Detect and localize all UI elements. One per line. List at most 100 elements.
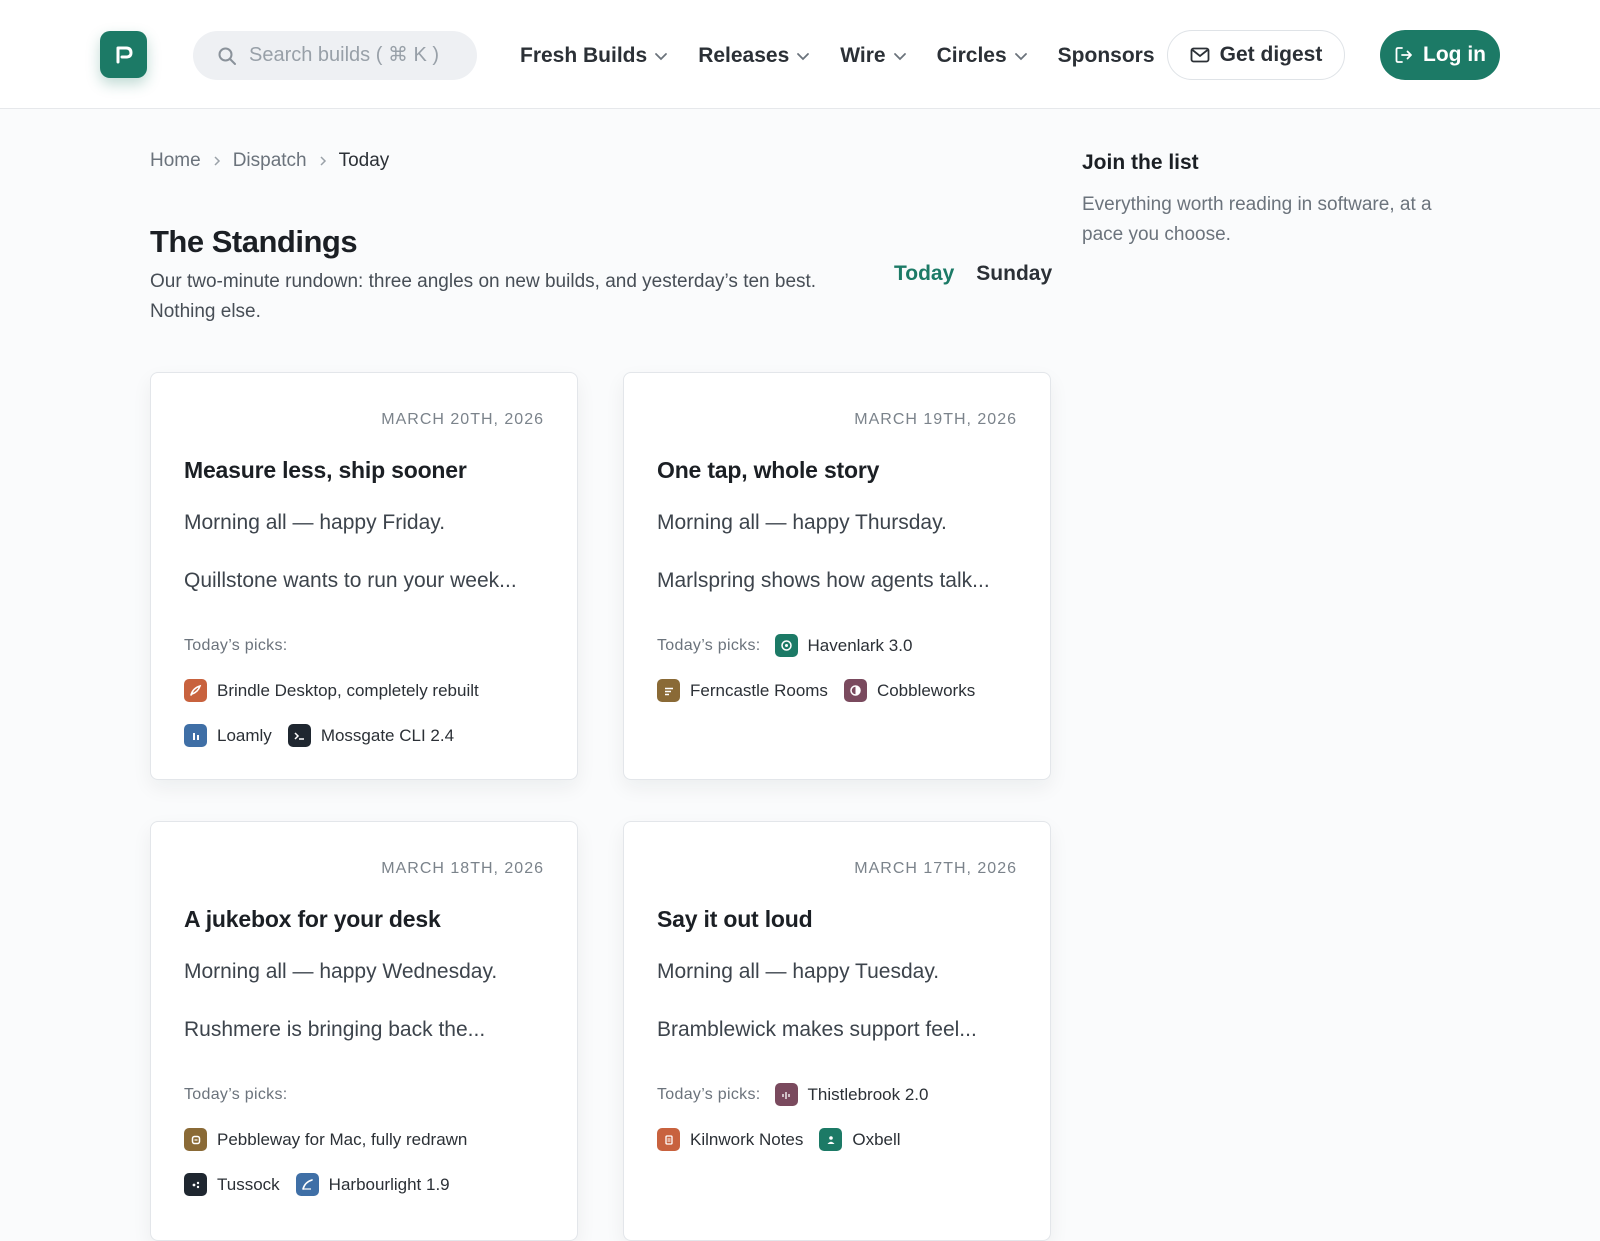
target-icon: [774, 634, 798, 657]
sidebar-description: Everything worth reading in software, at…: [1082, 194, 1432, 245]
chevron-down-icon: [893, 52, 906, 60]
card-greeting: Morning all — happy Thursday.: [657, 511, 947, 534]
card-greeting: Morning all — happy Tuesday.: [657, 960, 940, 983]
pick-item[interactable]: Harbourlight 1.9: [295, 1173, 450, 1196]
card-greeting: Morning all — happy Wednesday.: [184, 960, 498, 983]
picks-list: Today’s picks: Havenlark 3.0 Ferncastle …: [657, 623, 1037, 713]
logo[interactable]: [100, 31, 147, 78]
card-teaser: Bramblewick makes support feel...: [657, 1018, 977, 1041]
card-date: March 20th, 2026: [381, 411, 544, 428]
picks-label: Today’s picks:: [657, 636, 761, 654]
nav-label: Wire: [840, 43, 886, 67]
nav-releases[interactable]: Releases: [698, 44, 810, 68]
breadcrumb: Home Dispatch Today: [150, 150, 389, 172]
page-description: Our two-minute rundown: three angles on …: [150, 271, 817, 322]
picks-list: Today’s picks: Brindle Desktop, complete…: [184, 623, 564, 758]
pick-item[interactable]: Kilnwork Notes: [657, 1128, 803, 1151]
login-label: Log in: [1423, 43, 1486, 66]
card-date: March 17th, 2026: [854, 860, 1017, 877]
card-teaser: Marlspring shows how agents talk...: [657, 569, 990, 592]
logo-icon: [116, 46, 132, 63]
pick-name: Loamly: [217, 725, 272, 745]
card-teaser: Rushmere is bringing back the...: [184, 1018, 486, 1041]
chevron-right-icon: [213, 155, 221, 167]
pick-item[interactable]: Loamly: [184, 724, 272, 747]
card-title[interactable]: Say it out loud: [657, 906, 813, 933]
card-date: March 19th, 2026: [854, 411, 1017, 428]
nav-sponsors[interactable]: Sponsors: [1058, 44, 1155, 68]
nav-fresh-builds[interactable]: Fresh Builds: [520, 44, 668, 68]
square-icon: [184, 1128, 207, 1151]
pick-name: Brindle Desktop, completely rebuilt: [217, 680, 479, 700]
main-nav: Fresh Builds Releases Wire Circles Spons…: [520, 31, 1185, 80]
pick-item[interactable]: Cobbleworks: [843, 679, 976, 702]
pick-name: Havenlark 3.0: [807, 635, 913, 655]
tab-sunday[interactable]: Sunday: [976, 262, 1052, 286]
issue-card[interactable]: March 20th, 2026 Measure less, ship soon…: [150, 372, 578, 780]
note-icon: [657, 1128, 680, 1151]
page-title: The Standings: [150, 224, 358, 259]
chevron-down-icon: [1014, 52, 1027, 60]
pick-name: Tussock: [217, 1174, 280, 1194]
card-title[interactable]: Measure less, ship sooner: [184, 457, 467, 484]
pick-name: Cobbleworks: [876, 680, 976, 700]
search-input[interactable]: [249, 44, 459, 67]
pick-item[interactable]: Ferncastle Rooms: [657, 679, 828, 702]
pick-name: Oxbell: [852, 1129, 901, 1149]
card-greeting: Morning all — happy Friday.: [184, 511, 446, 534]
pick-name: Thistlebrook 2.0: [807, 1084, 929, 1104]
pick-item[interactable]: Oxbell: [819, 1128, 901, 1151]
card-date: March 18th, 2026: [381, 860, 544, 877]
pick-item[interactable]: Thistlebrook 2.0: [774, 1083, 929, 1106]
feather-icon: [295, 1173, 319, 1196]
pick-name: Pebbleway for Mac, fully redrawn: [217, 1129, 468, 1149]
picks-list: Today’s picks: Thistlebrook 2.0 Kilnwork…: [657, 1072, 1037, 1162]
get-digest-button[interactable]: Get digest: [1167, 30, 1345, 80]
pick-item[interactable]: Mossgate CLI 2.4: [287, 724, 455, 747]
picks-label: Today’s picks:: [184, 1085, 288, 1103]
terminal-icon: [287, 724, 311, 747]
tab-today[interactable]: Today: [894, 262, 954, 286]
pick-item[interactable]: Pebbleway for Mac, fully redrawn: [184, 1128, 467, 1151]
pick-name: Kilnwork Notes: [690, 1129, 804, 1149]
pick-name: Mossgate CLI 2.4: [320, 725, 455, 745]
login-button[interactable]: Log in: [1380, 30, 1500, 80]
pick-item[interactable]: Tussock: [184, 1173, 280, 1196]
card-teaser: Quillstone wants to run your week...: [184, 569, 517, 592]
search-box[interactable]: [193, 31, 477, 80]
breadcrumb-home[interactable]: Home: [150, 150, 201, 172]
get-digest-label: Get digest: [1219, 43, 1323, 66]
lines-icon: [657, 679, 680, 702]
login-icon: [1395, 47, 1412, 63]
person-icon: [819, 1128, 843, 1151]
picks-list: Today’s picks: Pebbleway for Mac, fully …: [184, 1072, 564, 1207]
chevron-right-icon: [319, 155, 327, 167]
pick-item[interactable]: Havenlark 3.0: [774, 634, 913, 657]
nav-label: Fresh Builds: [520, 43, 648, 67]
issue-card[interactable]: March 19th, 2026 One tap, whole story Mo…: [623, 372, 1051, 780]
card-title[interactable]: A jukebox for your desk: [184, 906, 441, 933]
issue-card[interactable]: March 17th, 2026 Say it out loud Morning…: [623, 821, 1051, 1241]
search-icon: [218, 47, 236, 65]
breadcrumb-dispatch[interactable]: Dispatch: [233, 150, 307, 172]
card-title[interactable]: One tap, whole story: [657, 457, 879, 484]
chevron-down-icon: [655, 52, 668, 60]
chevron-down-icon: [797, 52, 810, 60]
range-tabs: Today Sunday: [894, 262, 1074, 286]
picks-label: Today’s picks:: [184, 636, 288, 654]
nav-wire[interactable]: Wire: [840, 44, 906, 68]
picks-label: Today’s picks:: [657, 1085, 761, 1103]
half-circle-icon: [843, 679, 867, 702]
nav-label: Circles: [936, 43, 1007, 67]
pick-item[interactable]: Brindle Desktop, completely rebuilt: [184, 679, 479, 702]
nav-circles[interactable]: Circles: [937, 44, 1028, 68]
nav-label: Releases: [698, 43, 790, 67]
feather-icon: [184, 679, 207, 702]
nav-label: Sponsors: [1057, 43, 1155, 67]
issue-card[interactable]: March 18th, 2026 A jukebox for your desk…: [150, 821, 578, 1241]
sidebar-title: Join the list: [1082, 151, 1199, 174]
mail-icon: [1190, 47, 1210, 63]
breadcrumb-current: Today: [338, 150, 390, 171]
pick-name: Harbourlight 1.9: [328, 1174, 450, 1194]
bars-icon: [184, 724, 207, 747]
